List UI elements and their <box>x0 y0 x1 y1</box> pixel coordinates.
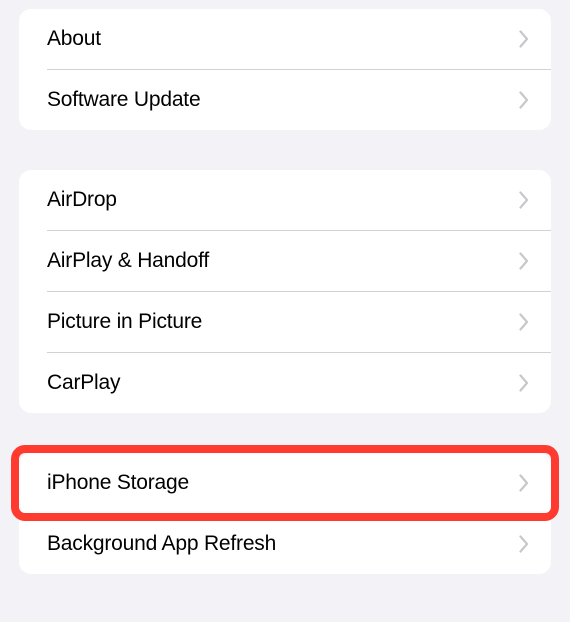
iphone-storage-label: iPhone Storage <box>47 471 189 495</box>
picture-in-picture-row[interactable]: Picture in Picture <box>19 292 551 352</box>
chevron-right-icon <box>519 535 529 553</box>
chevron-right-icon <box>519 474 529 492</box>
chevron-right-icon <box>519 374 529 392</box>
airplay-handoff-row[interactable]: AirPlay & Handoff <box>19 231 551 291</box>
chevron-right-icon <box>519 252 529 270</box>
settings-section-2: AirDrop AirPlay & Handoff Picture in Pic… <box>19 170 551 413</box>
chevron-right-icon <box>519 30 529 48</box>
software-update-label: Software Update <box>47 88 200 112</box>
chevron-right-icon <box>519 191 529 209</box>
airplay-handoff-label: AirPlay & Handoff <box>47 249 209 273</box>
carplay-row[interactable]: CarPlay <box>19 353 551 413</box>
airdrop-row[interactable]: AirDrop <box>19 170 551 230</box>
software-update-row[interactable]: Software Update <box>19 70 551 130</box>
iphone-storage-row[interactable]: iPhone Storage <box>19 453 551 513</box>
airdrop-label: AirDrop <box>47 188 117 212</box>
settings-section-3: iPhone Storage Background App Refresh <box>19 453 551 574</box>
about-row[interactable]: About <box>19 9 551 69</box>
background-app-refresh-label: Background App Refresh <box>47 532 276 556</box>
picture-in-picture-label: Picture in Picture <box>47 310 202 334</box>
chevron-right-icon <box>519 313 529 331</box>
background-app-refresh-row[interactable]: Background App Refresh <box>19 514 551 574</box>
carplay-label: CarPlay <box>47 371 120 395</box>
chevron-right-icon <box>519 91 529 109</box>
settings-section-1: About Software Update <box>19 9 551 130</box>
about-label: About <box>47 27 101 51</box>
